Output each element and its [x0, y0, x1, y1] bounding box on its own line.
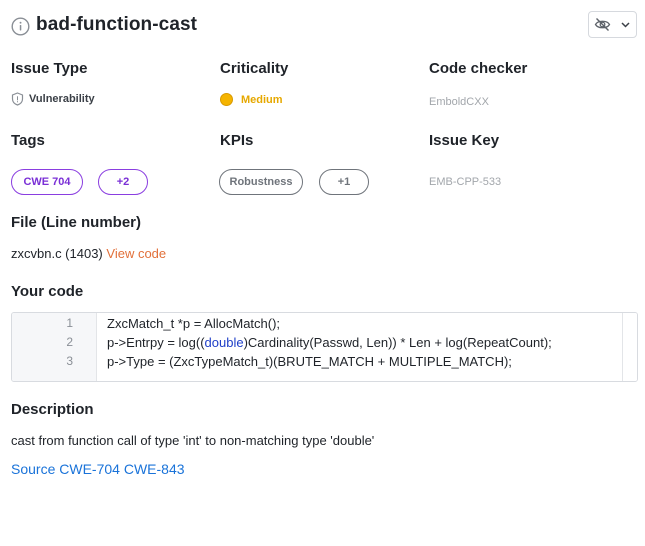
issue-type-label: Vulnerability: [29, 93, 95, 105]
tag-more-button[interactable]: +2: [98, 169, 148, 195]
your-code-heading: Your code: [11, 283, 84, 300]
file-heading: File (Line number): [11, 214, 142, 231]
file-location: zxcvbn.c (1403) View code: [11, 246, 166, 261]
line-number: 1: [66, 316, 73, 330]
issue-header: bad-function-cast: [11, 11, 638, 39]
page-title: bad-function-cast: [36, 14, 198, 35]
issue-key-heading: Issue Key: [429, 132, 500, 149]
line-number-gutter: 1 2 3: [12, 313, 97, 381]
criticality-heading: Criticality: [220, 60, 289, 77]
code-checker-heading: Code checker: [429, 60, 528, 77]
info-circle-icon: [11, 17, 30, 36]
criticality-label: Medium: [241, 94, 283, 106]
source-links: Source CWE-704 CWE-843: [11, 461, 185, 477]
code-snippet[interactable]: 1 2 3 ZxcMatch_t *p = AllocMatch(); p->E…: [11, 312, 638, 382]
code-checker-value: EmboldCXX: [429, 96, 489, 108]
visibility-dropdown[interactable]: [588, 11, 637, 38]
code-line: p->Type = (ZxcTypeMatch_t)(BRUTE_MATCH +…: [107, 354, 512, 369]
line-number: 3: [66, 354, 73, 368]
code-scrollbar[interactable]: [622, 313, 637, 381]
kpi-more-button[interactable]: +1: [319, 169, 369, 195]
eye-off-icon: [594, 18, 611, 31]
shield-icon: [11, 92, 24, 106]
criticality-dot-icon: [220, 93, 233, 106]
issue-type-heading: Issue Type: [11, 60, 88, 77]
tags-heading: Tags: [11, 132, 45, 149]
file-name: zxcvbn.c (1403): [11, 246, 103, 261]
source-link-cwe-704[interactable]: CWE-704: [59, 461, 120, 477]
chevron-down-icon: [621, 22, 630, 28]
kpi-robustness[interactable]: Robustness: [219, 169, 303, 195]
tag-cwe-704[interactable]: CWE 704: [11, 169, 83, 195]
line-number: 2: [66, 335, 73, 349]
code-line: p->Entrpy = log((double)Cardinality(Pass…: [107, 335, 552, 350]
source-label: Source: [11, 461, 56, 477]
source-link-cwe-843[interactable]: CWE-843: [124, 461, 185, 477]
code-keyword: double: [204, 335, 244, 350]
view-code-link[interactable]: View code: [106, 246, 166, 261]
description-heading: Description: [11, 401, 94, 418]
kpis-heading: KPIs: [220, 132, 254, 149]
issue-key-value: EMB-CPP-533: [429, 176, 502, 188]
description-text: cast from function call of type 'int' to…: [11, 433, 375, 448]
code-line: ZxcMatch_t *p = AllocMatch();: [107, 316, 281, 331]
